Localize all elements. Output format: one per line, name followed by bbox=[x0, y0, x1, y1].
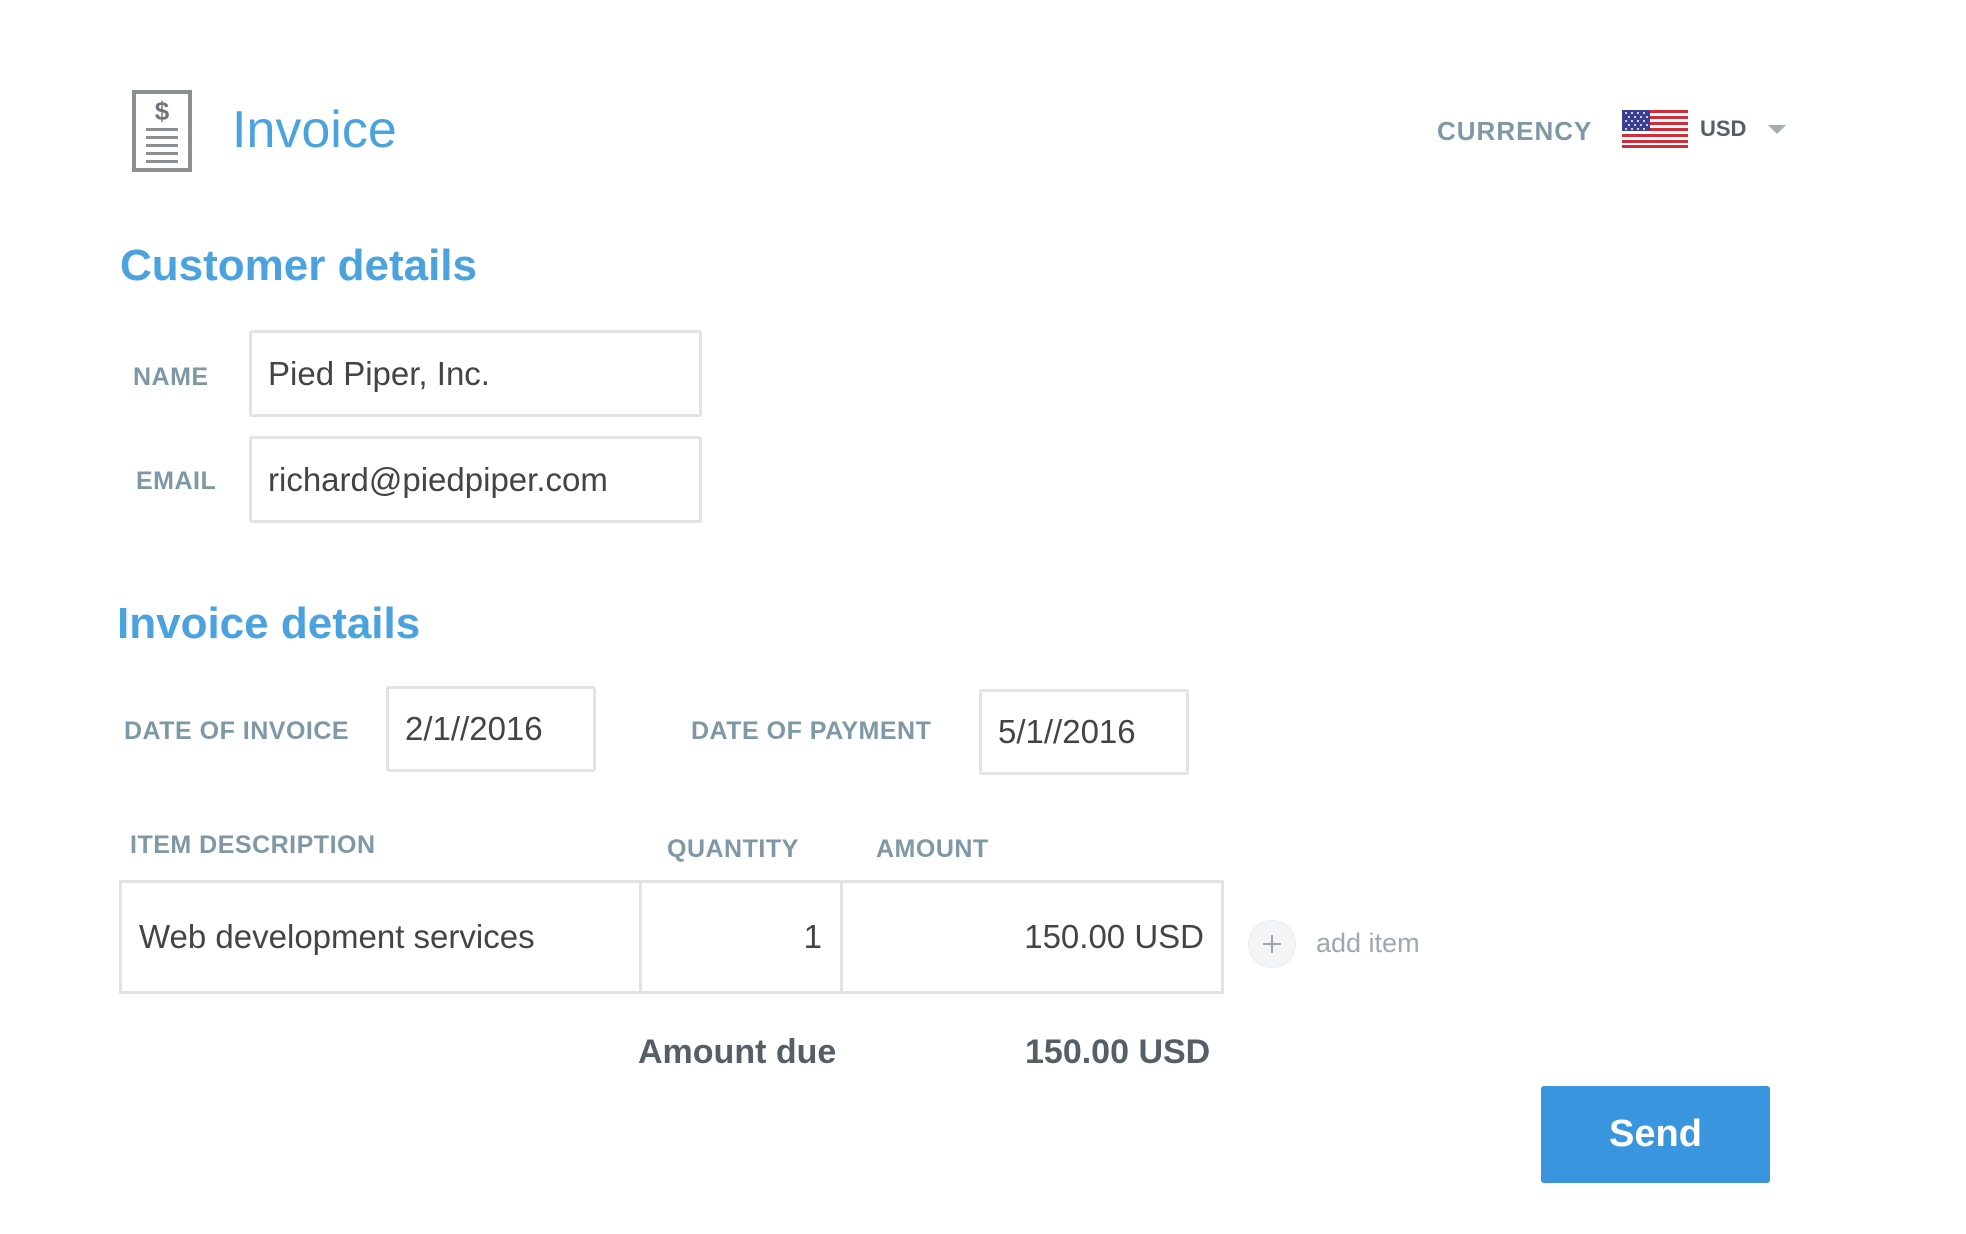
plus-icon bbox=[1263, 935, 1281, 953]
item-amount-cell[interactable]: 150.00 USD bbox=[843, 883, 1221, 991]
email-label: EMAIL bbox=[136, 467, 217, 495]
invoice-dollar-icon: $ bbox=[132, 90, 192, 172]
date-of-payment-field[interactable] bbox=[979, 689, 1189, 775]
item-quantity-cell[interactable]: 1 bbox=[642, 883, 843, 991]
currency-value: USD bbox=[1700, 116, 1747, 141]
page-title: Invoice bbox=[232, 101, 397, 159]
add-item-button[interactable] bbox=[1248, 920, 1296, 968]
us-flag-icon bbox=[1622, 110, 1688, 148]
chevron-down-icon bbox=[1768, 125, 1786, 134]
amount-due-value: 150.00 USD bbox=[1025, 1033, 1211, 1071]
add-item-link[interactable]: add item bbox=[1316, 927, 1420, 959]
invoice-page: $ Invoice CURRENCY USD Customer details … bbox=[0, 0, 1966, 1234]
invoice-details-heading: Invoice details bbox=[117, 599, 421, 648]
date-of-payment-label: DATE OF PAYMENT bbox=[691, 717, 932, 745]
date-of-invoice-field[interactable] bbox=[386, 686, 596, 772]
date-of-invoice-label: DATE OF INVOICE bbox=[124, 717, 350, 745]
currency-label: CURRENCY bbox=[1437, 116, 1593, 146]
customer-details-heading: Customer details bbox=[120, 241, 477, 290]
send-button[interactable]: Send bbox=[1541, 1086, 1770, 1183]
email-field[interactable] bbox=[249, 436, 702, 523]
quantity-header: QUANTITY bbox=[667, 835, 799, 863]
currency-dropdown[interactable]: USD bbox=[1622, 110, 1792, 150]
name-label: NAME bbox=[133, 363, 209, 391]
item-description-cell[interactable]: Web development services bbox=[122, 883, 642, 991]
svg-text:$: $ bbox=[155, 96, 170, 126]
amount-header: AMOUNT bbox=[876, 835, 989, 863]
amount-due-label: Amount due bbox=[638, 1033, 837, 1071]
name-field[interactable] bbox=[249, 330, 702, 417]
item-description-header: ITEM DESCRIPTION bbox=[130, 831, 376, 859]
table-row: Web development services 1 150.00 USD bbox=[119, 880, 1224, 994]
